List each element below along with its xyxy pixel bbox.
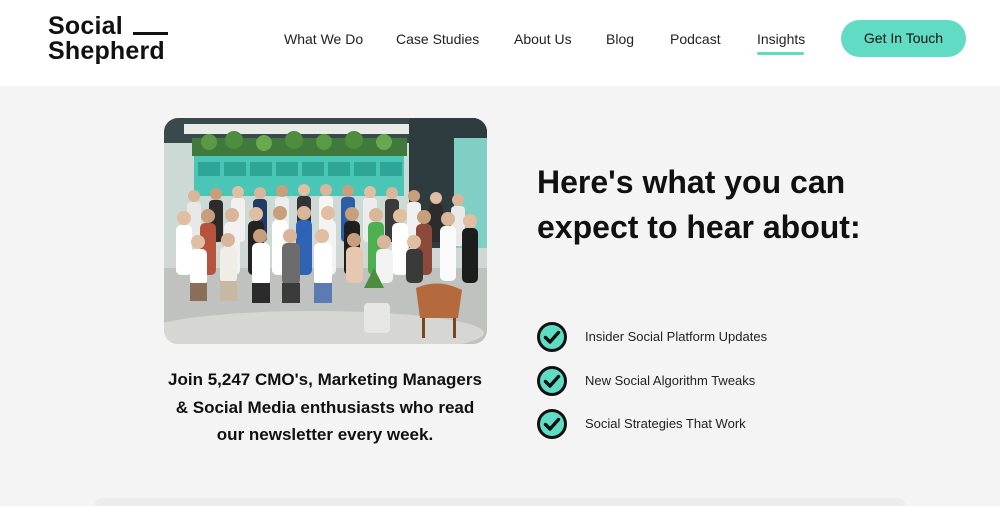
- newsletter-caption: Join 5,247 CMO's, Marketing Managers & S…: [168, 370, 482, 444]
- nav-item-case-studies[interactable]: Case Studies: [396, 30, 479, 48]
- nav-active-indicator: [757, 52, 804, 55]
- benefit-label: Social Strategies That Work: [585, 416, 746, 431]
- nav-item-insights[interactable]: Insights: [757, 30, 805, 48]
- team-photo: [164, 118, 487, 344]
- brand-name-line1: Social: [48, 12, 123, 40]
- benefit-label: Insider Social Platform Updates: [585, 329, 768, 344]
- brand-name-line2: Shepherd: [48, 37, 165, 65]
- check-circle-icon: [537, 409, 567, 439]
- nav-item-about-us[interactable]: About Us: [514, 30, 572, 48]
- nav-item-podcast[interactable]: Podcast: [670, 30, 721, 48]
- next-section-edge: [95, 498, 905, 506]
- brand-logo[interactable]: Social Shepherd: [48, 12, 178, 65]
- team-photo-illustration: [164, 118, 487, 344]
- benefit-item: New Social Algorithm Tweaks: [537, 366, 837, 398]
- benefit-item: Insider Social Platform Updates: [537, 322, 837, 354]
- get-in-touch-button[interactable]: Get In Touch: [841, 20, 966, 57]
- site-header: Social Shepherd What We Do Case Studies …: [0, 0, 1000, 86]
- nav-item-blog[interactable]: Blog: [606, 30, 634, 48]
- benefits-headline: Here's what you can expect to hear about…: [537, 164, 861, 245]
- check-circle-icon: [537, 366, 567, 396]
- benefit-item: Social Strategies That Work: [537, 409, 837, 441]
- benefit-label: New Social Algorithm Tweaks: [585, 373, 756, 388]
- brand-logo-bar: [133, 32, 168, 35]
- nav-item-what-we-do[interactable]: What We Do: [284, 30, 363, 48]
- check-circle-icon: [537, 322, 567, 352]
